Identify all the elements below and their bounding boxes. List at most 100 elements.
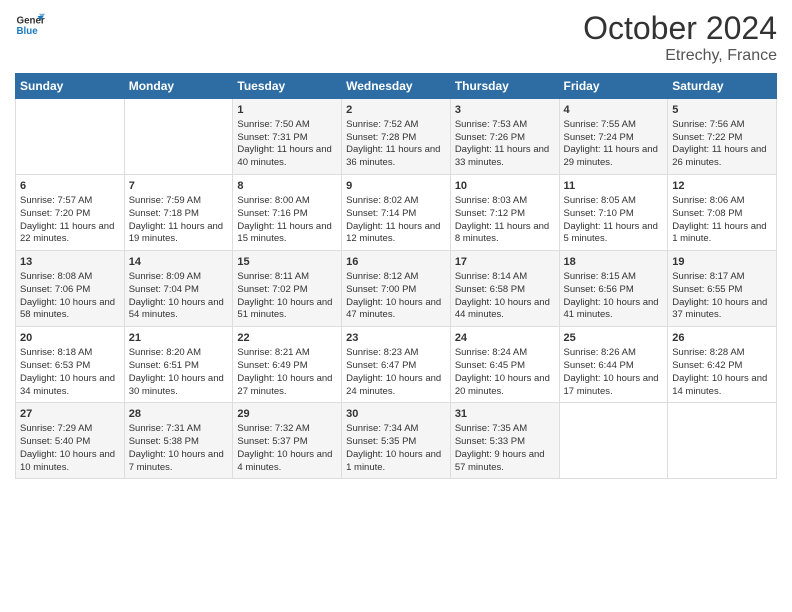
calendar-cell: 16Sunrise: 8:12 AMSunset: 7:00 PMDayligh… — [342, 251, 451, 327]
day-number: 24 — [455, 331, 555, 346]
day-number: 23 — [346, 331, 446, 346]
day-info: Sunrise: 7:29 AM — [20, 423, 120, 436]
calendar-cell: 13Sunrise: 8:08 AMSunset: 7:06 PMDayligh… — [16, 251, 125, 327]
day-info: Sunset: 7:02 PM — [237, 284, 337, 297]
day-info: Sunrise: 8:15 AM — [564, 271, 664, 284]
day-number: 7 — [129, 179, 229, 194]
calendar-cell: 20Sunrise: 8:18 AMSunset: 6:53 PMDayligh… — [16, 327, 125, 403]
calendar-cell: 30Sunrise: 7:34 AMSunset: 5:35 PMDayligh… — [342, 403, 451, 479]
calendar-cell: 23Sunrise: 8:23 AMSunset: 6:47 PMDayligh… — [342, 327, 451, 403]
day-info: Sunset: 5:37 PM — [237, 436, 337, 449]
day-info: Sunset: 7:10 PM — [564, 208, 664, 221]
day-info: Sunset: 7:12 PM — [455, 208, 555, 221]
calendar-cell — [16, 99, 125, 175]
day-info: Sunset: 6:42 PM — [672, 360, 772, 373]
logo-icon: General Blue — [15, 10, 45, 40]
day-info: Sunset: 7:06 PM — [20, 284, 120, 297]
calendar-cell — [668, 403, 777, 479]
calendar-subtitle: Etrechy, France — [583, 47, 777, 65]
day-info: Sunrise: 8:20 AM — [129, 347, 229, 360]
day-number: 2 — [346, 103, 446, 118]
day-info: Sunrise: 8:02 AM — [346, 195, 446, 208]
week-row-1: 1Sunrise: 7:50 AMSunset: 7:31 PMDaylight… — [16, 99, 777, 175]
day-info: Sunset: 7:26 PM — [455, 132, 555, 145]
day-number: 18 — [564, 255, 664, 270]
day-info: Sunrise: 8:14 AM — [455, 271, 555, 284]
day-info: Daylight: 10 hours and 51 minutes. — [237, 297, 337, 323]
day-info: Sunset: 5:40 PM — [20, 436, 120, 449]
day-info: Daylight: 9 hours and 57 minutes. — [455, 449, 555, 475]
day-info: Sunrise: 7:55 AM — [564, 119, 664, 132]
day-number: 20 — [20, 331, 120, 346]
day-info: Sunset: 5:33 PM — [455, 436, 555, 449]
day-info: Sunrise: 8:26 AM — [564, 347, 664, 360]
day-info: Sunrise: 8:11 AM — [237, 271, 337, 284]
day-number: 15 — [237, 255, 337, 270]
day-header-monday: Monday — [124, 74, 233, 99]
calendar-title: October 2024 — [583, 10, 777, 47]
calendar-cell: 21Sunrise: 8:20 AMSunset: 6:51 PMDayligh… — [124, 327, 233, 403]
day-info: Daylight: 11 hours and 5 minutes. — [564, 221, 664, 247]
calendar-cell: 31Sunrise: 7:35 AMSunset: 5:33 PMDayligh… — [450, 403, 559, 479]
day-info: Sunrise: 8:12 AM — [346, 271, 446, 284]
day-info: Daylight: 10 hours and 47 minutes. — [346, 297, 446, 323]
day-info: Daylight: 10 hours and 58 minutes. — [20, 297, 120, 323]
day-number: 3 — [455, 103, 555, 118]
day-info: Sunset: 5:35 PM — [346, 436, 446, 449]
header-row: SundayMondayTuesdayWednesdayThursdayFrid… — [16, 74, 777, 99]
calendar-cell: 28Sunrise: 7:31 AMSunset: 5:38 PMDayligh… — [124, 403, 233, 479]
title-block: October 2024 Etrechy, France — [583, 10, 777, 65]
day-info: Daylight: 11 hours and 33 minutes. — [455, 144, 555, 170]
day-info: Sunset: 6:44 PM — [564, 360, 664, 373]
day-info: Daylight: 10 hours and 44 minutes. — [455, 297, 555, 323]
day-info: Sunset: 7:31 PM — [237, 132, 337, 145]
day-number: 13 — [20, 255, 120, 270]
day-info: Sunset: 6:55 PM — [672, 284, 772, 297]
day-info: Daylight: 10 hours and 17 minutes. — [564, 373, 664, 399]
day-number: 9 — [346, 179, 446, 194]
calendar-cell: 3Sunrise: 7:53 AMSunset: 7:26 PMDaylight… — [450, 99, 559, 175]
calendar-cell: 22Sunrise: 8:21 AMSunset: 6:49 PMDayligh… — [233, 327, 342, 403]
header: General Blue October 2024 Etrechy, Franc… — [15, 10, 777, 65]
calendar-cell: 24Sunrise: 8:24 AMSunset: 6:45 PMDayligh… — [450, 327, 559, 403]
day-info: Sunrise: 7:57 AM — [20, 195, 120, 208]
calendar-cell: 7Sunrise: 7:59 AMSunset: 7:18 PMDaylight… — [124, 175, 233, 251]
calendar-cell: 19Sunrise: 8:17 AMSunset: 6:55 PMDayligh… — [668, 251, 777, 327]
day-info: Daylight: 10 hours and 1 minute. — [346, 449, 446, 475]
week-row-3: 13Sunrise: 8:08 AMSunset: 7:06 PMDayligh… — [16, 251, 777, 327]
day-info: Daylight: 10 hours and 34 minutes. — [20, 373, 120, 399]
day-info: Sunset: 7:24 PM — [564, 132, 664, 145]
day-number: 27 — [20, 407, 120, 422]
day-number: 5 — [672, 103, 772, 118]
calendar-cell: 25Sunrise: 8:26 AMSunset: 6:44 PMDayligh… — [559, 327, 668, 403]
calendar-cell: 15Sunrise: 8:11 AMSunset: 7:02 PMDayligh… — [233, 251, 342, 327]
day-info: Daylight: 10 hours and 54 minutes. — [129, 297, 229, 323]
day-info: Sunrise: 8:06 AM — [672, 195, 772, 208]
day-info: Sunset: 7:00 PM — [346, 284, 446, 297]
calendar-cell: 11Sunrise: 8:05 AMSunset: 7:10 PMDayligh… — [559, 175, 668, 251]
calendar-cell: 27Sunrise: 7:29 AMSunset: 5:40 PMDayligh… — [16, 403, 125, 479]
calendar-cell: 5Sunrise: 7:56 AMSunset: 7:22 PMDaylight… — [668, 99, 777, 175]
day-info: Daylight: 11 hours and 36 minutes. — [346, 144, 446, 170]
day-info: Daylight: 10 hours and 4 minutes. — [237, 449, 337, 475]
day-info: Sunrise: 8:23 AM — [346, 347, 446, 360]
day-info: Daylight: 11 hours and 15 minutes. — [237, 221, 337, 247]
day-info: Sunset: 7:08 PM — [672, 208, 772, 221]
day-header-friday: Friday — [559, 74, 668, 99]
day-info: Sunrise: 8:18 AM — [20, 347, 120, 360]
day-info: Sunset: 6:51 PM — [129, 360, 229, 373]
day-info: Sunrise: 8:00 AM — [237, 195, 337, 208]
day-info: Sunrise: 7:31 AM — [129, 423, 229, 436]
day-info: Sunset: 7:16 PM — [237, 208, 337, 221]
day-info: Daylight: 10 hours and 10 minutes. — [20, 449, 120, 475]
day-info: Sunset: 5:38 PM — [129, 436, 229, 449]
day-info: Sunrise: 8:21 AM — [237, 347, 337, 360]
day-info: Sunset: 6:53 PM — [20, 360, 120, 373]
day-info: Daylight: 11 hours and 1 minute. — [672, 221, 772, 247]
day-info: Sunset: 6:58 PM — [455, 284, 555, 297]
week-row-4: 20Sunrise: 8:18 AMSunset: 6:53 PMDayligh… — [16, 327, 777, 403]
day-number: 22 — [237, 331, 337, 346]
day-info: Daylight: 10 hours and 14 minutes. — [672, 373, 772, 399]
calendar-cell — [559, 403, 668, 479]
day-header-sunday: Sunday — [16, 74, 125, 99]
